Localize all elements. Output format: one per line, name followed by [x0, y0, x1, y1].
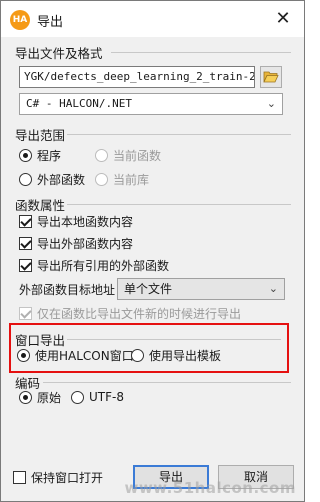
radio-use-export-template[interactable]: 使用导出模板	[131, 346, 221, 364]
radio-use-halcon-window[interactable]: 使用HALCON窗口	[17, 346, 134, 364]
radio-indicator	[95, 148, 108, 162]
radio-external-function[interactable]: 外部函数	[19, 170, 85, 188]
section-divider	[67, 134, 291, 135]
window-title: 导出	[37, 15, 64, 30]
checkbox-label: 导出本地函数内容	[37, 214, 134, 229]
checkbox-indicator	[19, 236, 32, 250]
radio-label: 使用导出模板	[149, 348, 222, 363]
target-address-label: 外部函数目标地址	[19, 283, 116, 297]
radio-label: 外部函数	[37, 172, 86, 187]
watermark: www.51halcon.com	[124, 479, 296, 497]
checkbox-label: 导出外部函数内容	[37, 236, 134, 251]
title-bar[interactable]: HA 导出 ✕	[1, 1, 304, 37]
section-title-export-scope: 导出范围	[15, 128, 66, 143]
radio-label: 当前函数	[113, 148, 162, 163]
chevron-down-icon: ⌄	[266, 97, 276, 110]
radio-indicator	[19, 172, 32, 186]
radio-indicator	[19, 390, 32, 404]
radio-indicator	[131, 348, 144, 362]
checkbox-export-local-functions[interactable]: 导出本地函数内容	[19, 212, 133, 230]
export-dialog: HA 导出 ✕ 导出文件及格式 YGK/defects_deep_learnin…	[0, 0, 305, 502]
checkbox-label: 仅在函数比导出文件新的时候进行导出	[37, 306, 242, 321]
section-divider	[67, 204, 291, 205]
checkbox-label: 保持窗口打开	[31, 470, 104, 485]
target-address-value: 单个文件	[124, 282, 173, 296]
checkbox-only-if-newer[interactable]: 仅在函数比导出文件新的时候进行导出	[19, 304, 241, 322]
radio-label: 程序	[37, 148, 62, 163]
radio-indicator	[19, 148, 32, 162]
halcon-app-icon: HA	[10, 10, 30, 30]
radio-program[interactable]: 程序	[19, 146, 61, 164]
checkbox-indicator	[19, 258, 32, 272]
radio-indicator	[95, 172, 108, 186]
radio-current-library[interactable]: 当前库	[95, 170, 149, 188]
radio-label: UTF-8	[89, 390, 124, 404]
radio-indicator	[17, 348, 30, 362]
checkbox-label: 导出所有引用的外部函数	[37, 258, 170, 273]
section-divider	[67, 339, 281, 340]
checkbox-indicator	[19, 306, 32, 320]
format-select[interactable]: C# - HALCON/.NET ⌄	[19, 93, 283, 115]
radio-label: 原始	[37, 390, 62, 405]
folder-open-icon	[263, 71, 279, 83]
checkbox-export-external-functions[interactable]: 导出外部函数内容	[19, 234, 133, 252]
radio-label: 使用HALCON窗口	[35, 348, 134, 363]
browse-button[interactable]	[260, 66, 282, 88]
section-title-export-file: 导出文件及格式	[15, 46, 103, 61]
format-select-value: C# - HALCON/.NET	[26, 97, 132, 110]
radio-current-function[interactable]: 当前函数	[95, 146, 161, 164]
radio-label: 当前库	[113, 172, 150, 187]
section-divider	[43, 382, 291, 383]
checkbox-export-referenced-functions[interactable]: 导出所有引用的外部函数	[19, 256, 169, 274]
checkbox-keep-window-open[interactable]: 保持窗口打开	[13, 468, 103, 486]
checkbox-indicator	[19, 214, 32, 228]
chevron-down-icon: ⌄	[268, 282, 278, 295]
radio-encoding-utf8[interactable]: UTF-8	[71, 388, 124, 406]
radio-indicator	[71, 390, 84, 404]
radio-encoding-original[interactable]: 原始	[19, 388, 61, 406]
close-icon[interactable]: ✕	[271, 7, 295, 31]
section-divider	[111, 52, 291, 53]
file-path-input[interactable]: YGK/defects_deep_learning_2_train-2.cs	[19, 66, 255, 88]
target-address-select[interactable]: 单个文件 ⌄	[117, 278, 285, 300]
checkbox-indicator	[13, 470, 26, 484]
